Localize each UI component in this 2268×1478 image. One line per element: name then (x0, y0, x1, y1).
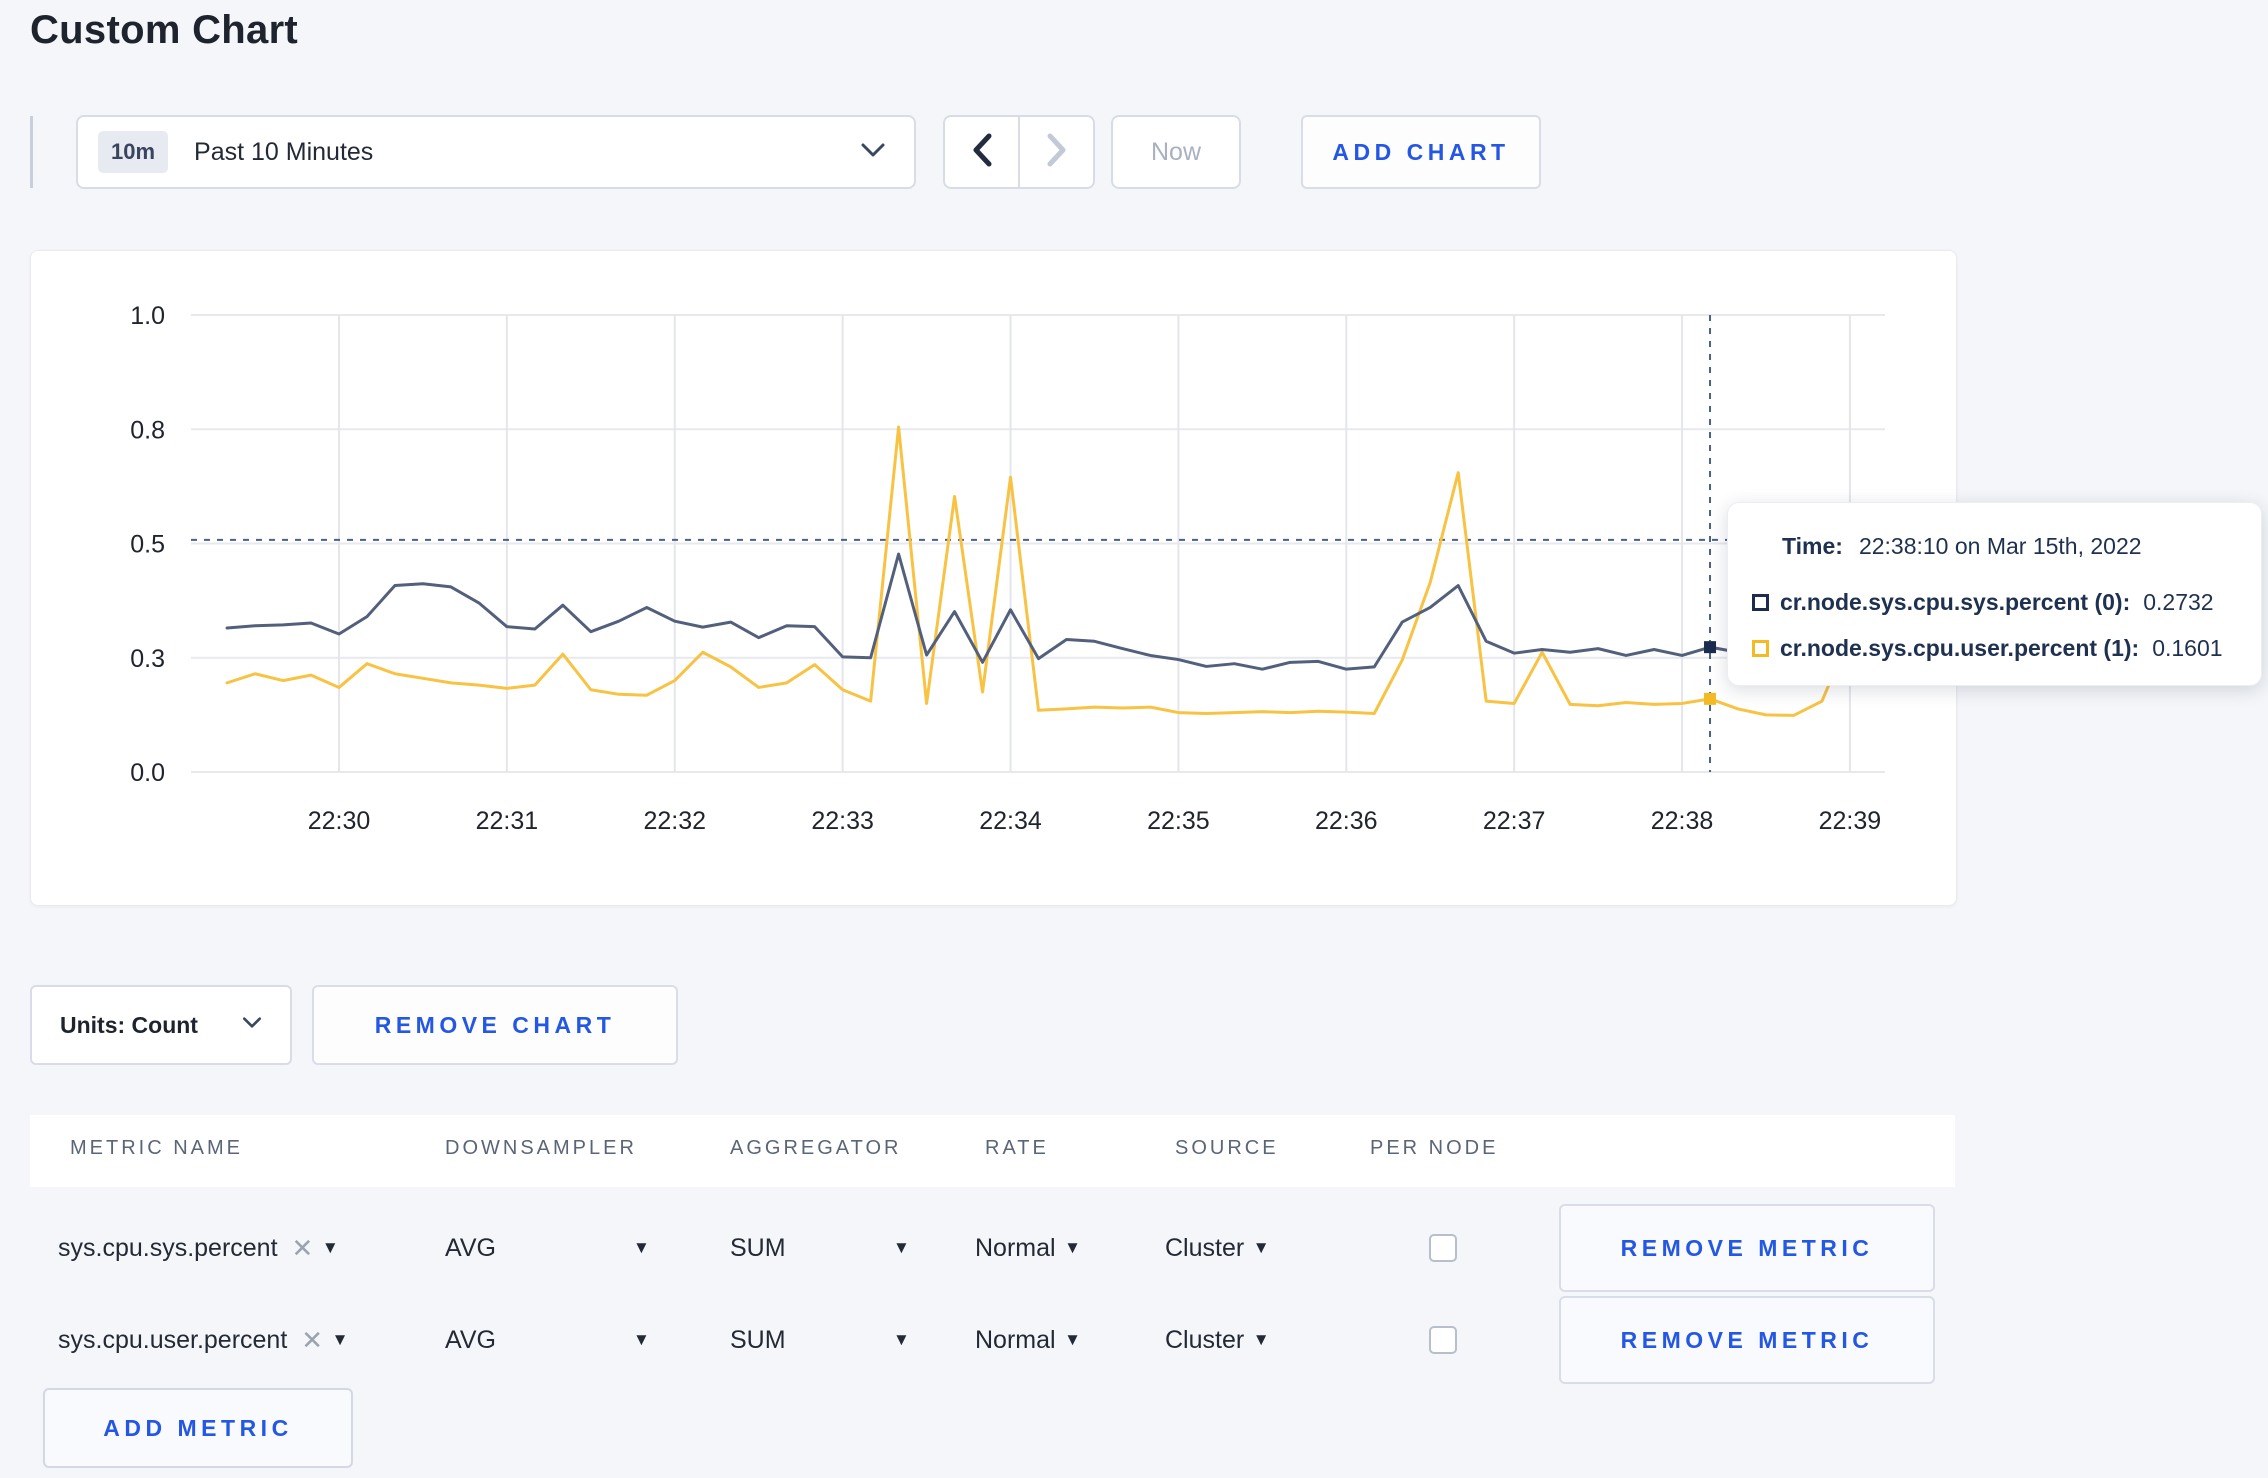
dropdown-caret-icon[interactable]: ▼ (323, 1330, 349, 1350)
downsampler-value: AVG (445, 1233, 496, 1262)
metric-name-value: sys.cpu.sys.percent (58, 1233, 278, 1262)
column-header-metric-name: METRIC NAME (70, 1137, 243, 1159)
source-value: Cluster (1165, 1325, 1245, 1354)
x-axis-tick-label: 22:30 (308, 807, 371, 835)
dropdown-caret-icon[interactable]: ▼ (1056, 1238, 1081, 1258)
aggregator-select[interactable]: SUM (730, 1202, 786, 1294)
add-chart-button[interactable]: ADD CHART (1301, 115, 1541, 189)
dropdown-caret-icon[interactable]: ▼ (633, 1238, 650, 1258)
x-axis-tick-label: 22:37 (1483, 807, 1546, 835)
x-axis-tick-label: 22:39 (1819, 807, 1882, 835)
dropdown-caret-icon[interactable]: ▼ (313, 1238, 339, 1258)
rate-value: Normal (975, 1325, 1056, 1354)
metric-name-dropdown[interactable]: sys.cpu.sys.percent ✕ ▼ (58, 1202, 339, 1294)
units-label: Units: Count (60, 1011, 198, 1038)
dropdown-caret-icon[interactable]: ▼ (1244, 1330, 1270, 1350)
now-button[interactable]: Now (1111, 115, 1241, 189)
tooltip-series-row: cr.node.sys.cpu.sys.percent (0): 0.2732 (1752, 589, 2214, 616)
units-dropdown[interactable]: Units: Count (30, 985, 292, 1065)
aggregator-value: SUM (730, 1233, 786, 1262)
remove-chart-button[interactable]: REMOVE CHART (312, 985, 678, 1065)
series-swatch-icon (1752, 640, 1769, 657)
downsampler-value: AVG (445, 1325, 496, 1354)
per-node-checkbox[interactable] (1429, 1326, 1457, 1354)
aggregator-value: SUM (730, 1325, 786, 1354)
dropdown-caret-icon[interactable]: ▼ (1244, 1238, 1270, 1258)
page-title: Custom Chart (30, 8, 299, 52)
column-header-aggregator: AGGREGATOR (730, 1137, 902, 1159)
chevron-down-icon (860, 142, 886, 163)
clear-metric-icon[interactable]: ✕ (301, 1325, 323, 1356)
previous-timeframe-button[interactable] (945, 117, 1020, 187)
time-range-badge: 10m (98, 131, 169, 173)
metrics-table-header: METRIC NAME DOWNSAMPLER AGGREGATOR RATE … (30, 1115, 1955, 1187)
tooltip-series-row: cr.node.sys.cpu.user.percent (1): 0.1601 (1752, 635, 2223, 662)
rate-value: Normal (975, 1233, 1056, 1262)
metric-table-row: sys.cpu.user.percent ✕ ▼ AVG ▼ SUM ▼ Normal ▼ C… (0, 1294, 2268, 1386)
series-line-cpu-user-percent (225, 425, 1908, 717)
tooltip-time-value: 22:38:10 on Mar 15th, 2022 (1858, 533, 2142, 559)
chevron-down-icon (242, 1016, 262, 1034)
time-step-button-group (943, 115, 1095, 189)
downsampler-select[interactable]: AVG (445, 1202, 496, 1294)
x-axis-tick-label: 22:36 (1315, 807, 1378, 835)
y-axis-tick-label: 0.3 (130, 645, 165, 673)
metric-name-value: sys.cpu.user.percent (58, 1325, 288, 1354)
aggregator-select[interactable]: SUM (730, 1294, 786, 1386)
source-value: Cluster (1165, 1233, 1245, 1262)
x-axis-tick-label: 22:31 (476, 807, 539, 835)
rate-select[interactable]: Normal ▼ (975, 1202, 1081, 1294)
add-metric-button[interactable]: ADD METRIC (43, 1388, 353, 1468)
y-axis-tick-label: 1.0 (130, 302, 165, 330)
tooltip-series-label: cr.node.sys.cpu.user.percent (1): (1780, 635, 2140, 661)
tooltip-series-value: 0.1601 (2152, 635, 2223, 661)
time-range-label: Past 10 Minutes (194, 137, 374, 166)
dropdown-caret-icon[interactable]: ▼ (893, 1330, 910, 1350)
column-header-source: SOURCE (1175, 1137, 1279, 1159)
source-select[interactable]: Cluster ▼ (1165, 1294, 1270, 1386)
time-range-dropdown[interactable]: 10m Past 10 Minutes (76, 115, 916, 189)
clear-metric-icon[interactable]: ✕ (292, 1233, 314, 1264)
x-axis-tick-label: 22:32 (643, 807, 706, 835)
chart-hover-tooltip: Time: 22:38:10 on Mar 15th, 2022 cr.node… (1727, 502, 2262, 686)
chevron-right-icon (1046, 133, 1068, 172)
tooltip-time-label: Time: (1782, 533, 1843, 559)
toolbar-left-divider (30, 116, 33, 188)
per-node-checkbox[interactable] (1429, 1234, 1457, 1262)
chart-card: 0.0 0.3 0.5 0.8 1.0 22:30 22:31 22:32 22:33 22:34… (30, 250, 1957, 906)
x-axis-tick-label: 22:34 (979, 807, 1042, 835)
tooltip-series-value: 0.2732 (2143, 589, 2214, 615)
dropdown-caret-icon[interactable]: ▼ (633, 1330, 650, 1350)
y-axis-tick-label: 0.5 (130, 531, 165, 559)
y-axis-tick-label: 0.8 (130, 416, 165, 444)
dropdown-caret-icon[interactable]: ▼ (1056, 1330, 1081, 1350)
series-line-cpu-sys-percent (225, 552, 1908, 671)
source-select[interactable]: Cluster ▼ (1165, 1202, 1270, 1294)
column-header-per-node: PER NODE (1370, 1137, 1499, 1159)
chevron-left-icon (971, 133, 993, 172)
hover-point-marker (1704, 641, 1717, 654)
dropdown-caret-icon[interactable]: ▼ (893, 1238, 910, 1258)
column-header-downsampler: DOWNSAMPLER (445, 1137, 637, 1159)
tooltip-series-label: cr.node.sys.cpu.sys.percent (0): (1780, 589, 2131, 615)
remove-metric-button[interactable]: REMOVE METRIC (1559, 1204, 1935, 1292)
custom-chart-plot[interactable]: 0.0 0.3 0.5 0.8 1.0 22:30 22:31 22:32 22:33 22:34… (31, 251, 1958, 907)
x-axis-tick-label: 22:38 (1651, 807, 1714, 835)
x-axis-tick-label: 22:35 (1147, 807, 1210, 835)
y-axis-tick-label: 0.0 (130, 759, 165, 787)
rate-select[interactable]: Normal ▼ (975, 1294, 1081, 1386)
hover-point-marker (1704, 692, 1717, 705)
remove-metric-button[interactable]: REMOVE METRIC (1559, 1296, 1935, 1384)
downsampler-select[interactable]: AVG (445, 1294, 496, 1386)
metric-table-row: sys.cpu.sys.percent ✕ ▼ AVG ▼ SUM ▼ Normal ▼ Cl… (0, 1202, 2268, 1294)
x-axis-tick-label: 22:33 (811, 807, 874, 835)
next-timeframe-button[interactable] (1020, 117, 1093, 187)
column-header-rate: RATE (985, 1137, 1049, 1159)
metric-name-dropdown[interactable]: sys.cpu.user.percent ✕ ▼ (58, 1294, 348, 1386)
series-swatch-icon (1752, 594, 1769, 611)
